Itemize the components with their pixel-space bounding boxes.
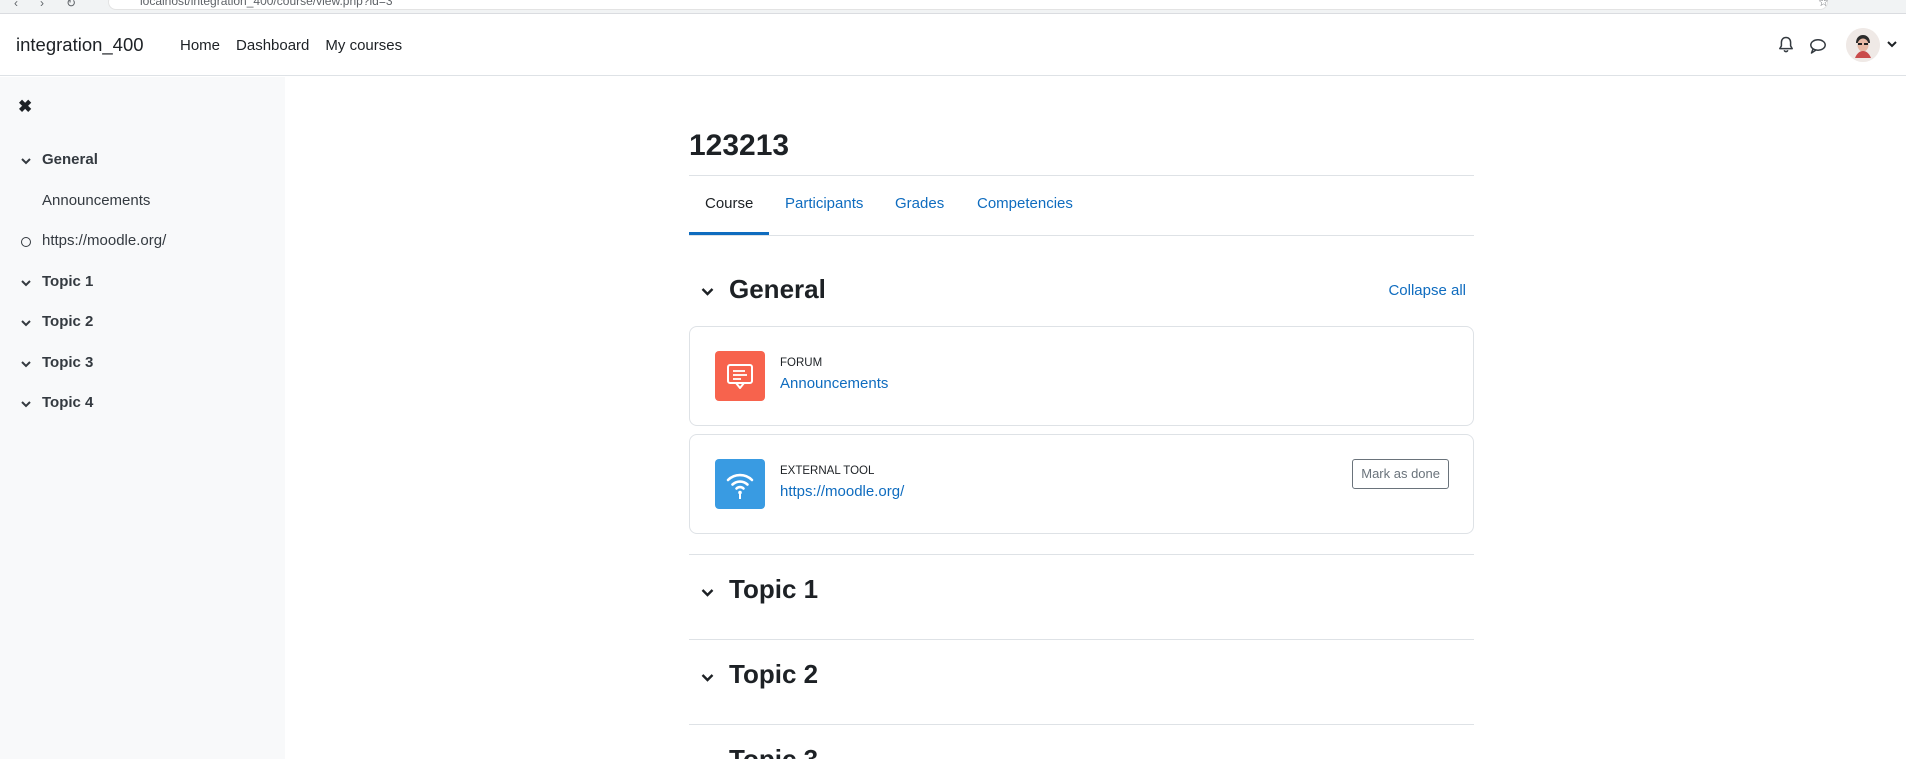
section-divider: [689, 639, 1474, 640]
collapse-all-link[interactable]: Collapse all: [1388, 282, 1466, 299]
chevron-down-icon[interactable]: [20, 358, 32, 370]
tab-grades[interactable]: Grades: [895, 195, 944, 212]
chat-icon[interactable]: [1808, 36, 1828, 56]
course-index-list: General Announcements https://moodle.org…: [0, 149, 285, 433]
chevron-down-icon[interactable]: [700, 585, 715, 600]
active-tab-indicator: [689, 232, 769, 235]
course-index-drawer: ✖ General Announcements https://moodle.o…: [0, 77, 285, 759]
forum-glyph-icon: [727, 364, 753, 389]
secondary-navigation: Course Participants Grades Competencies: [689, 175, 1474, 236]
course-index-label: Topic 4: [42, 394, 94, 411]
primary-navigation: Home Dashboard My courses: [180, 37, 402, 54]
site-name[interactable]: integration_400: [16, 34, 144, 56]
course-index-section-topic-4[interactable]: Topic 4: [0, 392, 285, 433]
activity-external-tool: EXTERNAL TOOL https://moodle.org/ Mark a…: [689, 434, 1474, 534]
chevron-down-icon[interactable]: [20, 155, 32, 167]
browser-toolbar: ‹›↻ localhost/integration_400/course/vie…: [0, 0, 1906, 14]
chevron-down-icon[interactable]: [700, 284, 715, 299]
address-bar-url: localhost/integration_400/course/view.ph…: [140, 0, 393, 8]
section-title[interactable]: Topic 3: [729, 744, 818, 759]
section-divider: [689, 554, 1474, 555]
course-index-section-topic-3[interactable]: Topic 3: [0, 352, 285, 393]
course-index-activity-announcements[interactable]: Announcements: [0, 190, 285, 231]
chevron-down-icon[interactable]: [20, 317, 32, 329]
activity-type-label: FORUM: [780, 357, 823, 369]
course-index-label: General: [42, 151, 98, 168]
activity-type-label: EXTERNAL TOOL: [780, 465, 875, 477]
wifi-icon: [726, 473, 754, 499]
course-index-label: Topic 2: [42, 313, 94, 330]
course-index-activity-moodle-link[interactable]: https://moodle.org/: [0, 230, 285, 271]
course-index-section-general[interactable]: General: [0, 149, 285, 190]
chevron-down-icon[interactable]: [700, 755, 715, 759]
browser-nav-icons[interactable]: ‹›↻: [14, 0, 98, 10]
section-header-topic-2: Topic 2: [689, 656, 1474, 696]
course-index-label: Topic 3: [42, 353, 94, 371]
course-index-label: https://moodle.org/: [42, 232, 167, 249]
mark-as-done-button[interactable]: Mark as done: [1352, 459, 1449, 489]
bell-icon[interactable]: [1776, 35, 1796, 55]
section-header-general: General Collapse all: [689, 272, 1474, 312]
completion-circle-icon: [21, 237, 31, 247]
activity-name-link[interactable]: Announcements: [780, 375, 888, 392]
section-title[interactable]: Topic 1: [729, 574, 818, 605]
external-tool-icon[interactable]: [715, 459, 765, 509]
nav-home[interactable]: Home: [180, 37, 220, 54]
tab-competencies[interactable]: Competencies: [977, 195, 1073, 212]
section-header-topic-3: Topic 3: [689, 741, 1474, 759]
section-title[interactable]: General: [729, 274, 826, 305]
chevron-down-icon[interactable]: [20, 277, 32, 289]
chevron-down-icon[interactable]: [20, 398, 32, 410]
course-index-section-topic-1[interactable]: Topic 1: [0, 271, 285, 312]
course-index-label: Announcements: [42, 191, 151, 209]
bookmark-star-icon[interactable]: ☆: [1818, 0, 1829, 9]
close-drawer-button[interactable]: ✖: [18, 97, 32, 117]
chevron-down-icon[interactable]: [1886, 38, 1898, 50]
activity-name-link[interactable]: https://moodle.org/: [780, 483, 904, 500]
nav-my-courses[interactable]: My courses: [325, 37, 402, 54]
top-navbar: integration_400 Home Dashboard My course…: [0, 14, 1906, 76]
course-index-label: Topic 1: [42, 272, 94, 290]
avatar[interactable]: [1846, 28, 1880, 62]
user-menu-area: [1766, 28, 1906, 64]
forum-icon[interactable]: [715, 351, 765, 401]
activity-forum-announcements: FORUM Announcements: [689, 326, 1474, 426]
chevron-down-icon[interactable]: [700, 670, 715, 685]
tab-course[interactable]: Course: [705, 195, 753, 212]
tab-participants[interactable]: Participants: [785, 195, 863, 212]
section-title[interactable]: Topic 2: [729, 659, 818, 690]
section-divider: [689, 724, 1474, 725]
course-index-section-topic-2[interactable]: Topic 2: [0, 311, 285, 352]
user-avatar-icon: [1846, 28, 1880, 62]
nav-dashboard[interactable]: Dashboard: [236, 37, 309, 54]
section-header-topic-1: Topic 1: [689, 571, 1474, 611]
page-title: 123213: [689, 129, 790, 162]
